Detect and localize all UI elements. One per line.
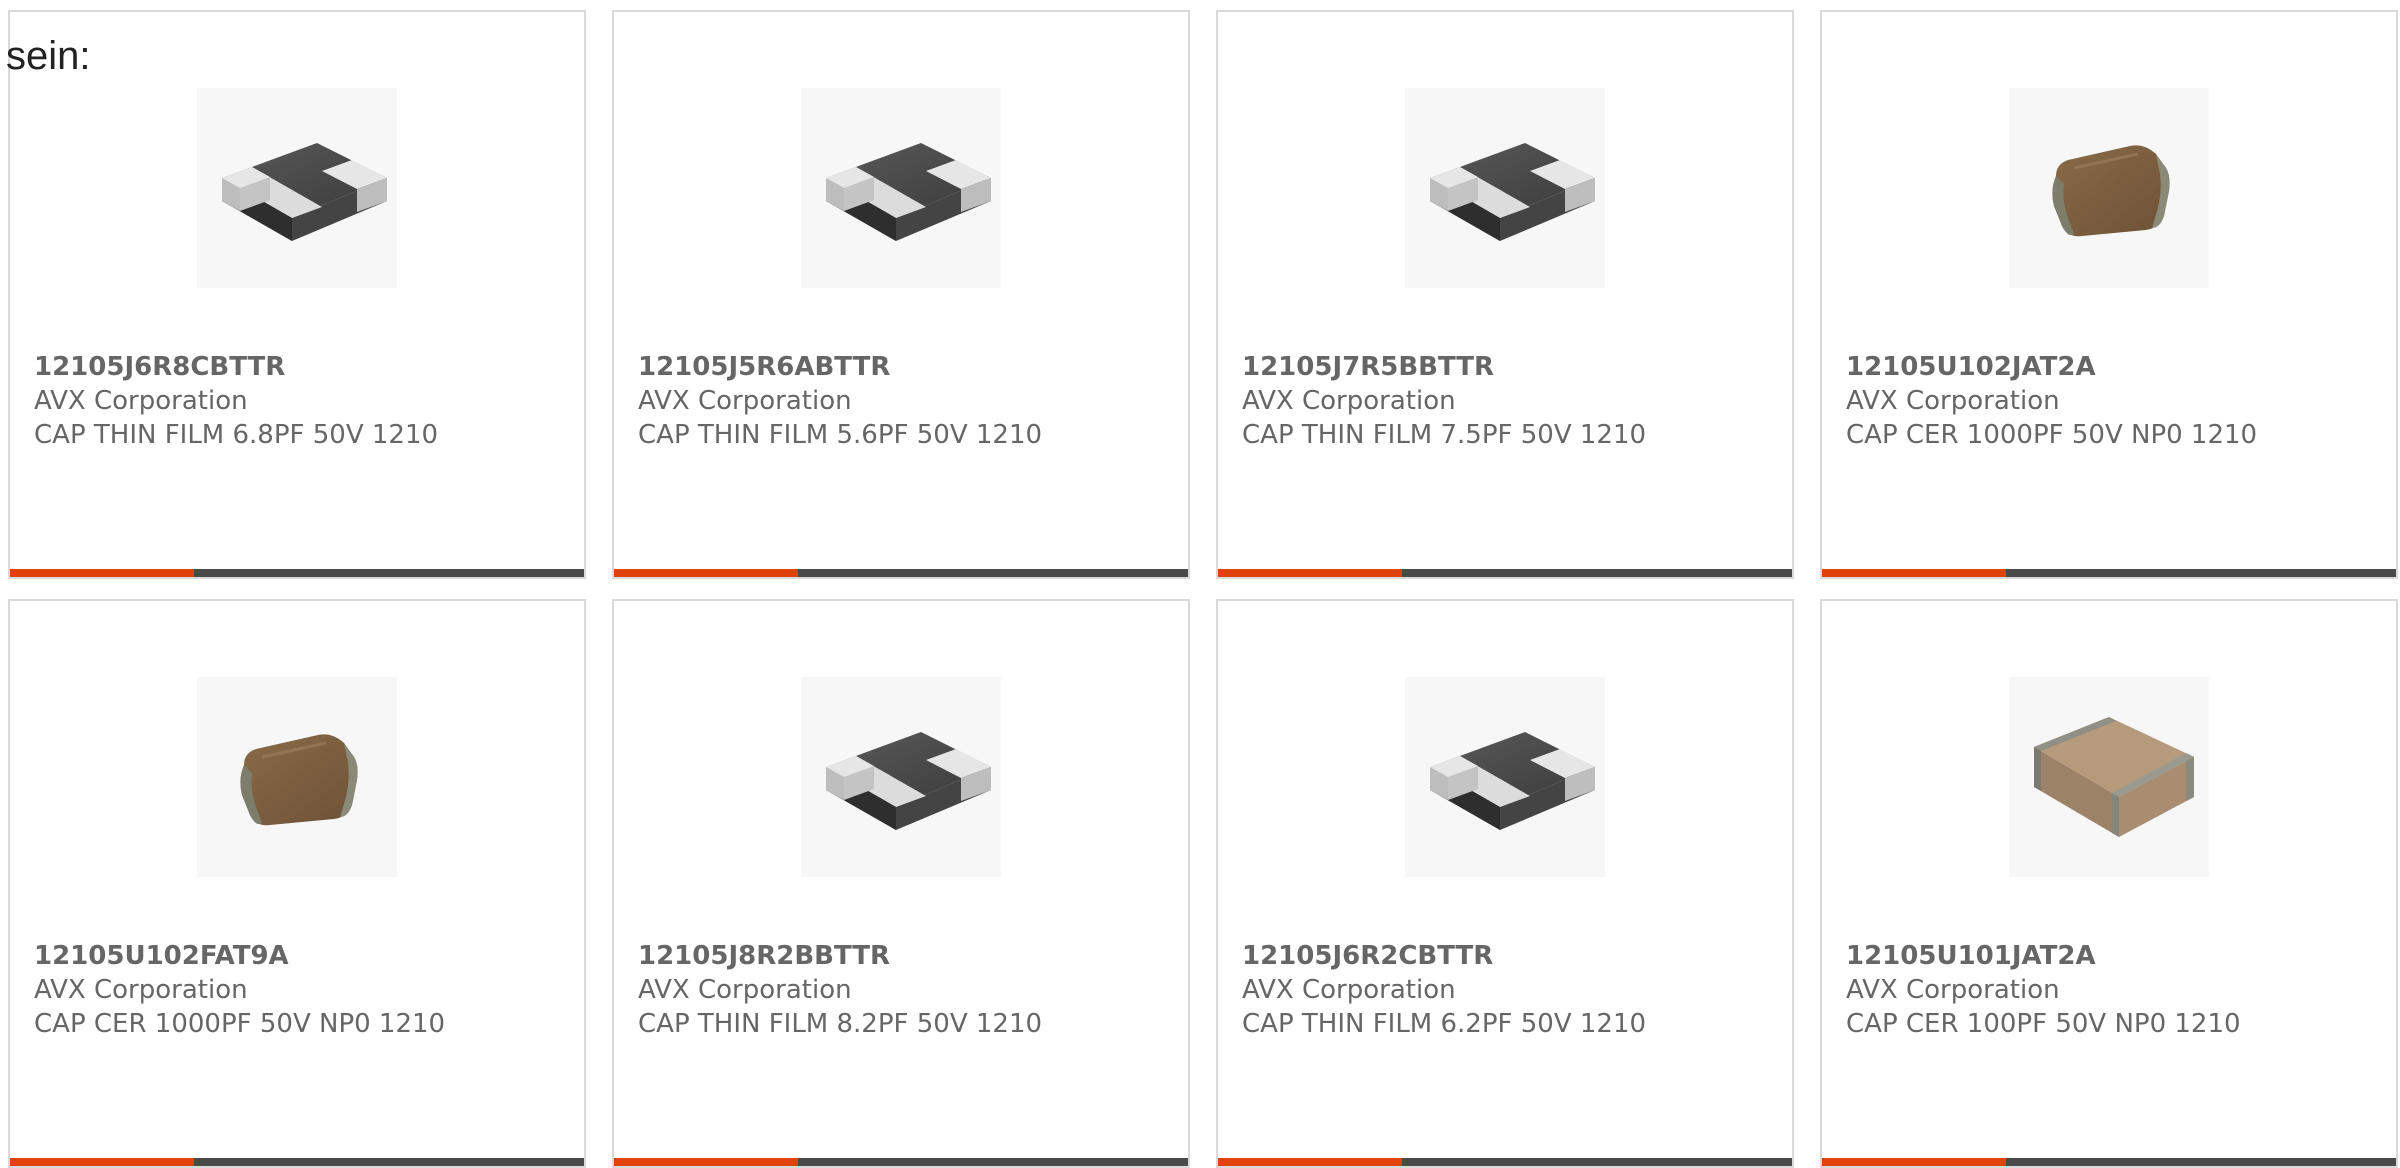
product-image[interactable]	[197, 88, 397, 288]
product-description: CAP CER 1000PF 50V NP0 1210	[1846, 420, 2258, 450]
manufacturer: AVX Corporation	[638, 975, 852, 1005]
card-accent-bar-fill	[10, 1158, 194, 1166]
card-accent-bar-fill	[1822, 1158, 2006, 1166]
part-number[interactable]: 12105U101JAT2A	[1846, 941, 2096, 971]
manufacturer: AVX Corporation	[1846, 975, 2060, 1005]
part-number[interactable]: 12105J6R2CBTTR	[1242, 941, 1493, 971]
product-image[interactable]	[197, 677, 397, 877]
thin-film-capacitor-icon	[202, 123, 392, 253]
card-accent-bar-fill	[1218, 569, 1402, 577]
thin-film-capacitor-icon	[806, 712, 996, 842]
card-accent-bar-fill	[1822, 569, 2006, 577]
part-number[interactable]: 12105J7R5BBTTR	[1242, 352, 1494, 382]
part-number[interactable]: 12105U102FAT9A	[34, 941, 289, 971]
product-card[interactable]: 12105J5R6ABTTR AVX Corporation CAP THIN …	[612, 10, 1190, 579]
product-image[interactable]	[2009, 677, 2209, 877]
manufacturer: AVX Corporation	[1242, 386, 1456, 416]
thin-film-capacitor-icon	[1410, 712, 1600, 842]
card-accent-bar	[1822, 1158, 2396, 1166]
product-grid: 12105J6R8CBTTR AVX Corporation CAP THIN …	[8, 10, 2398, 1168]
card-accent-bar	[10, 1158, 584, 1166]
product-description: CAP THIN FILM 7.5PF 50V 1210	[1242, 420, 1647, 450]
thin-film-capacitor-icon	[806, 123, 996, 253]
product-description: CAP CER 100PF 50V NP0 1210	[1846, 1009, 2241, 1039]
product-description: CAP CER 1000PF 50V NP0 1210	[34, 1009, 446, 1039]
manufacturer: AVX Corporation	[34, 386, 248, 416]
card-accent-bar	[10, 569, 584, 577]
product-image[interactable]	[1405, 88, 1605, 288]
lead-text: sein:	[6, 34, 91, 78]
manufacturer: AVX Corporation	[34, 975, 248, 1005]
product-description: CAP THIN FILM 6.8PF 50V 1210	[34, 420, 439, 450]
manufacturer: AVX Corporation	[1242, 975, 1456, 1005]
product-description: CAP THIN FILM 8.2PF 50V 1210	[638, 1009, 1043, 1039]
card-accent-bar	[1218, 1158, 1792, 1166]
part-number[interactable]: 12105J8R2BBTTR	[638, 941, 890, 971]
product-card[interactable]: 12105U102FAT9A AVX Corporation CAP CER 1…	[8, 599, 586, 1168]
product-image[interactable]	[2009, 88, 2209, 288]
product-card[interactable]: 12105J7R5BBTTR AVX Corporation CAP THIN …	[1216, 10, 1794, 579]
product-image[interactable]	[801, 677, 1001, 877]
product-image[interactable]	[1405, 677, 1605, 877]
card-accent-bar	[614, 569, 1188, 577]
manufacturer: AVX Corporation	[638, 386, 852, 416]
product-card[interactable]: 12105J8R2BBTTR AVX Corporation CAP THIN …	[612, 599, 1190, 1168]
product-description: CAP THIN FILM 6.2PF 50V 1210	[1242, 1009, 1647, 1039]
part-number[interactable]: 12105U102JAT2A	[1846, 352, 2096, 382]
card-accent-bar-fill	[1218, 1158, 1402, 1166]
part-number[interactable]: 12105J6R8CBTTR	[34, 352, 285, 382]
card-accent-bar	[614, 1158, 1188, 1166]
card-accent-bar	[1218, 569, 1792, 577]
product-card[interactable]: 12105U102JAT2A AVX Corporation CAP CER 1…	[1820, 10, 2398, 579]
product-image[interactable]	[801, 88, 1001, 288]
manufacturer: AVX Corporation	[1846, 386, 2060, 416]
thin-film-capacitor-icon	[1410, 123, 1600, 253]
product-card[interactable]: 12105U101JAT2A AVX Corporation CAP CER 1…	[1820, 599, 2398, 1168]
part-number[interactable]: 12105J5R6ABTTR	[638, 352, 890, 382]
product-card[interactable]: 12105J6R2CBTTR AVX Corporation CAP THIN …	[1216, 599, 1794, 1168]
card-accent-bar-fill	[614, 569, 798, 577]
product-card[interactable]: 12105J6R8CBTTR AVX Corporation CAP THIN …	[8, 10, 586, 579]
product-description: CAP THIN FILM 5.6PF 50V 1210	[638, 420, 1043, 450]
ceramic-capacitor-icon	[222, 717, 372, 837]
ceramic-capacitor-icon	[2034, 128, 2184, 248]
card-accent-bar-fill	[614, 1158, 798, 1166]
card-accent-bar	[1822, 569, 2396, 577]
large-ceramic-capacitor-icon	[2014, 702, 2204, 852]
card-accent-bar-fill	[10, 569, 194, 577]
